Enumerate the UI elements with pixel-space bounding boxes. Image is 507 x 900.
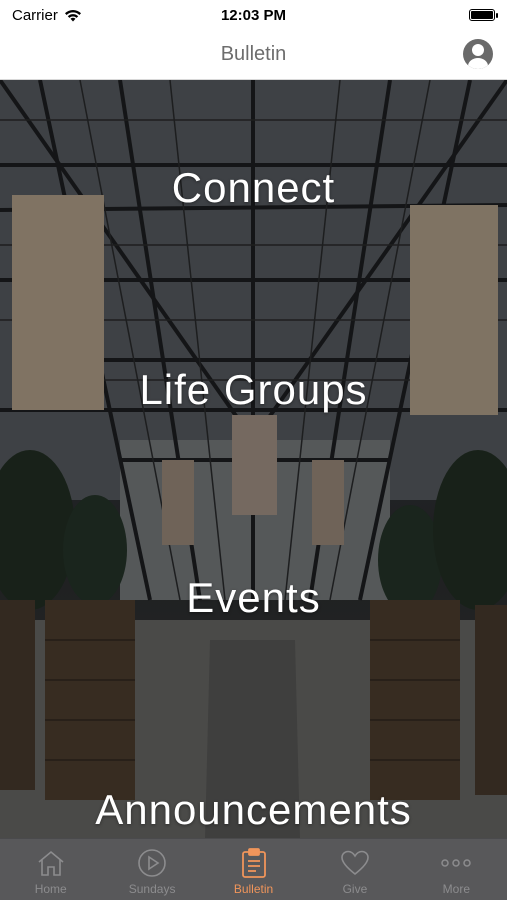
tab-label-home: Home xyxy=(34,882,67,896)
battery-icon xyxy=(469,9,498,21)
tab-label-sundays: Sundays xyxy=(128,882,176,896)
menu-link-connect[interactable]: Connect xyxy=(0,164,507,212)
menu-link-announcements[interactable]: Announcements xyxy=(0,786,507,834)
tab-give[interactable]: Give xyxy=(304,839,405,900)
person-circle-icon[interactable] xyxy=(463,39,493,69)
tab-label-bulletin: Bulletin xyxy=(233,882,274,896)
home-icon xyxy=(35,847,67,879)
menu-link-life-groups[interactable]: Life Groups xyxy=(0,366,507,414)
tab-label-give: Give xyxy=(342,882,368,896)
heart-icon xyxy=(339,847,371,879)
status-left: Carrier xyxy=(12,7,82,24)
tab-bulletin[interactable]: Bulletin xyxy=(203,839,304,900)
tab-home[interactable]: Home xyxy=(0,839,101,900)
wifi-icon xyxy=(64,9,81,21)
clipboard-icon xyxy=(238,847,270,879)
status-bar: Carrier 12:03 PM xyxy=(0,0,507,30)
tab-more[interactable]: More xyxy=(406,839,507,900)
nav-bar: Bulletin xyxy=(0,30,507,80)
play-circle-icon xyxy=(136,847,168,879)
menu-link-events[interactable]: Events xyxy=(0,574,507,622)
tab-sundays[interactable]: Sundays xyxy=(101,839,202,900)
tab-bar: Home Sundays Bulletin Give More xyxy=(0,838,507,900)
page-title: Bulletin xyxy=(220,43,287,65)
tab-label-more: More xyxy=(442,882,470,896)
ellipsis-icon xyxy=(440,847,472,879)
carrier-label: Carrier xyxy=(12,6,58,24)
hero-background-image: Connect Life Groups Events Announcements xyxy=(0,80,507,838)
